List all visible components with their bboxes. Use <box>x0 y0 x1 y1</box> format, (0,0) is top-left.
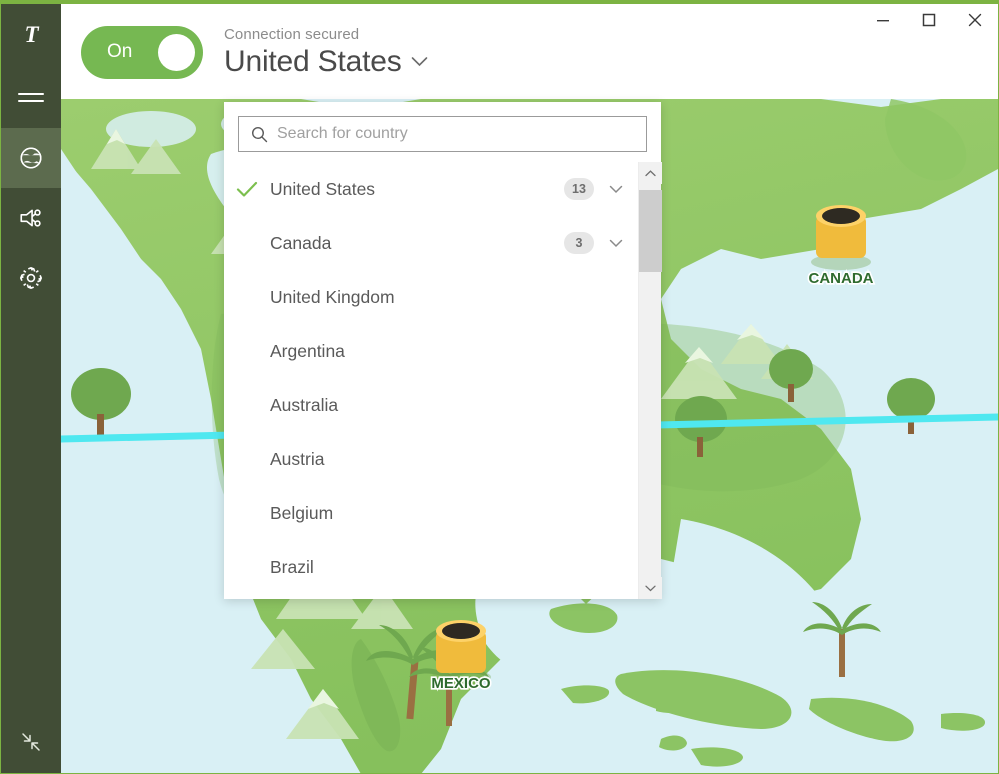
country-row-united-kingdom[interactable]: United Kingdom <box>224 270 638 324</box>
close-button[interactable] <box>952 4 998 40</box>
country-row-canada[interactable]: Canada 3 <box>224 216 638 270</box>
country-row-australia[interactable]: Australia <box>224 378 638 432</box>
minimize-icon <box>876 13 890 31</box>
server-count-badge: 13 <box>564 178 594 200</box>
country-name: Canada <box>270 232 332 253</box>
server-count-badge: 3 <box>564 232 594 254</box>
chevron-up-icon <box>645 164 656 182</box>
maximize-button[interactable] <box>906 4 952 40</box>
sidebar-item-collapse[interactable] <box>1 718 61 766</box>
app-window: CANADA MEXICO T On Connection secured Un… <box>0 0 999 774</box>
topbar: On Connection secured United States <box>61 4 998 99</box>
connection-info: Connection secured United States <box>224 26 428 79</box>
country-dropdown-panel: United States 13 Canada 3 <box>224 102 662 599</box>
sidebar-item-settings[interactable] <box>1 248 61 308</box>
sidebar-item-share[interactable] <box>1 188 61 248</box>
globe-icon <box>18 145 44 171</box>
search-box[interactable] <box>238 116 647 152</box>
country-selector[interactable]: United States <box>224 45 428 79</box>
collapse-arrows-icon <box>19 730 43 754</box>
maximize-icon <box>922 13 936 32</box>
country-row-austria[interactable]: Austria <box>224 432 638 486</box>
country-list[interactable]: United States 13 Canada 3 United Kingdom… <box>224 162 638 599</box>
country-name: United States <box>270 178 376 199</box>
search-icon <box>251 126 268 143</box>
vpn-toggle-label: On <box>107 41 133 62</box>
scroll-up-button[interactable] <box>639 162 662 184</box>
chevron-down-icon <box>411 54 428 72</box>
country-row-belgium[interactable]: Belgium <box>224 486 638 540</box>
sidebar-item-menu[interactable] <box>1 66 61 128</box>
gear-icon <box>18 265 44 291</box>
vpn-toggle[interactable]: On <box>81 26 203 79</box>
selected-country-label: United States <box>224 45 402 78</box>
vpn-toggle-knob <box>158 34 195 71</box>
share-icon <box>18 205 44 231</box>
country-name: Brazil <box>270 556 314 577</box>
scroll-down-button[interactable] <box>639 577 662 599</box>
minimize-button[interactable] <box>860 4 906 40</box>
country-list-scrollbar[interactable] <box>638 162 662 599</box>
country-row-brazil[interactable]: Brazil <box>224 540 638 594</box>
country-row-united-states[interactable]: United States 13 <box>224 162 638 216</box>
logo-glyph: T <box>24 22 38 47</box>
scrollbar-thumb[interactable] <box>639 190 662 272</box>
selected-check-icon <box>224 180 270 198</box>
hamburger-icon <box>18 88 44 107</box>
sidebar-item-locations[interactable] <box>1 128 61 188</box>
svg-text:MEXICO: MEXICO <box>431 675 491 692</box>
country-name: Australia <box>270 394 339 415</box>
chevron-down-icon <box>645 579 656 597</box>
close-icon <box>968 13 982 32</box>
chevron-down-icon[interactable] <box>608 185 624 194</box>
country-row-argentina[interactable]: Argentina <box>224 324 638 378</box>
window-controls <box>860 4 998 40</box>
app-logo: T <box>1 4 61 66</box>
country-name: Austria <box>270 448 325 469</box>
search-input[interactable] <box>277 125 646 143</box>
chevron-down-icon[interactable] <box>608 239 624 248</box>
sidebar: T <box>1 4 61 773</box>
country-name: Argentina <box>270 340 345 361</box>
svg-text:CANADA: CANADA <box>809 270 874 287</box>
connection-status-text: Connection secured <box>224 26 360 43</box>
country-name: United Kingdom <box>270 286 395 307</box>
country-name: Belgium <box>270 502 334 523</box>
